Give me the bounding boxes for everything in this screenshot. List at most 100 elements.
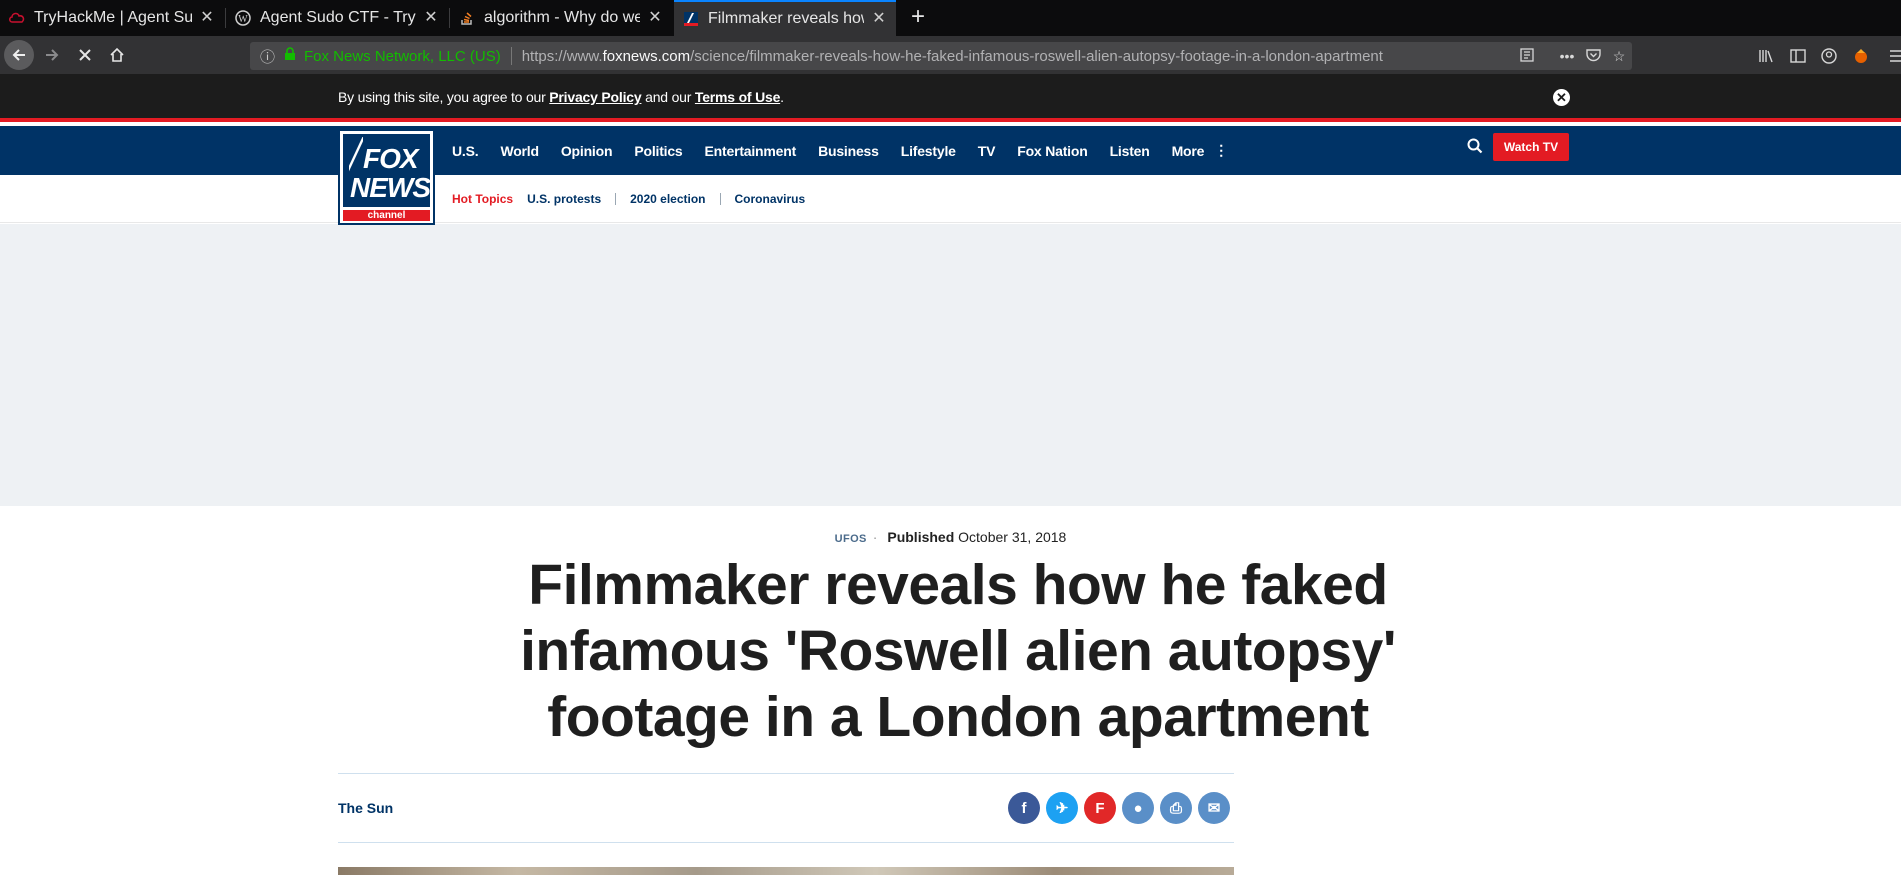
email-icon[interactable]: ✉ — [1198, 792, 1230, 824]
wordpress-icon: W — [234, 9, 252, 27]
url-text[interactable]: https://www.foxnews.com/science/filmmake… — [522, 48, 1514, 65]
lock-icon[interactable] — [284, 47, 300, 65]
close-tab-icon[interactable]: ✕ — [646, 9, 664, 27]
fox-news-logo[interactable]: FOX NEWS channel — [338, 129, 435, 225]
terms-of-use-link[interactable]: Terms of Use — [695, 89, 780, 105]
page-actions-icon[interactable]: ••• — [1554, 48, 1580, 64]
logo-searchlight — [349, 137, 363, 177]
vertical-dots-icon: ⋮ — [1214, 142, 1229, 158]
sub-navigation — [0, 175, 1901, 223]
nav-more-label: More — [1171, 142, 1205, 159]
tab-tryhackme[interactable]: TryHackMe | Agent Sudo ✕ — [0, 0, 224, 36]
bookmark-star-icon[interactable]: ☆ — [1606, 48, 1632, 65]
tab-algorithm[interactable]: algorithm - Why do we u ✕ — [450, 0, 672, 36]
logo-mark: FOX NEWS — [343, 134, 431, 207]
nav-item-fox-nation[interactable]: Fox Nation — [1017, 143, 1088, 159]
tab-title: algorithm - Why do we u — [484, 9, 640, 26]
search-icon[interactable] — [1467, 138, 1487, 158]
forward-arrow-icon — [46, 49, 59, 61]
stop-icon — [79, 49, 91, 61]
subnav-item-2020-election[interactable]: 2020 election — [630, 192, 705, 206]
tab-title: Filmmaker reveals how h — [708, 10, 864, 27]
nav-items: U.S. World Opinion Politics Entertainmen… — [452, 126, 1250, 175]
nav-item-politics[interactable]: Politics — [634, 143, 682, 159]
logo-news-text: NEWS — [350, 172, 431, 203]
url-domain: foxnews.com — [602, 47, 691, 65]
hot-topics-label: Hot Topics — [452, 192, 514, 206]
consent-banner: By using this site, you agree to our Pri… — [0, 74, 1901, 122]
published-label: Published — [887, 529, 955, 545]
ad-placeholder — [0, 224, 1901, 506]
close-tab-icon[interactable]: ✕ — [870, 10, 888, 28]
info-icon[interactable]: ⓘ — [260, 46, 278, 67]
reader-view-icon[interactable] — [1514, 47, 1540, 65]
tab-agent-sudo-ctf[interactable]: W Agent Sudo CTF - Try Ha ✕ — [226, 0, 448, 36]
pocket-icon[interactable] — [1580, 48, 1606, 65]
web-page: By using this site, you agree to our Pri… — [0, 74, 1901, 875]
url-path: /science/filmmaker-reveals-how-he-faked-… — [690, 47, 1383, 65]
comment-icon[interactable]: ● — [1122, 792, 1154, 824]
subnav-divider — [719, 193, 721, 205]
back-arrow-icon — [12, 49, 25, 61]
menu-icon[interactable] — [1885, 44, 1901, 68]
flipboard-icon[interactable]: F — [1084, 792, 1116, 824]
tab-bar: TryHackMe | Agent Sudo ✕ W Agent Sudo CT… — [0, 0, 1901, 36]
close-tab-icon[interactable]: ✕ — [198, 9, 216, 27]
close-tab-icon[interactable]: ✕ — [422, 9, 440, 27]
nav-more-menu[interactable]: More ⋮ — [1171, 142, 1229, 159]
subnav-item-us-protests[interactable]: U.S. protests — [527, 192, 601, 206]
home-icon — [110, 47, 124, 62]
foxnews-icon — [682, 10, 700, 28]
close-consent-icon[interactable]: ✕ — [1553, 89, 1570, 106]
published-date: October 31, 2018 — [958, 529, 1067, 545]
hot-topics-bar: Hot Topics U.S. protests 2020 election C… — [452, 192, 805, 206]
privacy-policy-link[interactable]: Privacy Policy — [549, 89, 641, 105]
watch-tv-button[interactable]: Watch TV — [1493, 133, 1569, 161]
nav-item-business[interactable]: Business — [818, 143, 879, 159]
tab-foxnews-active[interactable]: Filmmaker reveals how h ✕ — [674, 0, 896, 36]
consent-suffix: . — [780, 89, 784, 105]
url-divider — [510, 47, 512, 65]
tab-title: TryHackMe | Agent Sudo — [34, 9, 192, 26]
meta-separator: · — [872, 529, 878, 545]
nav-item-lifestyle[interactable]: Lifestyle — [901, 143, 956, 159]
logo-fox-text: FOX — [363, 143, 419, 174]
consent-middle: and our — [641, 89, 695, 105]
byline-bar: The Sun f ✈ F ● ⎙ ✉ — [338, 773, 1234, 843]
new-tab-button[interactable]: + — [904, 4, 932, 32]
stop-loading-button[interactable] — [70, 40, 100, 70]
back-button[interactable] — [4, 40, 34, 70]
consent-prefix: By using this site, you agree to our — [338, 89, 550, 105]
certificate-org: Fox News Network, LLC (US) — [304, 47, 501, 65]
nav-item-world[interactable]: World — [500, 143, 539, 159]
nav-item-listen[interactable]: Listen — [1110, 143, 1150, 159]
nav-item-opinion[interactable]: Opinion — [561, 143, 613, 159]
extension-icon[interactable] — [1849, 44, 1873, 68]
thm-icon — [8, 9, 26, 27]
logo-channel-text: channel — [343, 210, 430, 221]
share-buttons: f ✈ F ● ⎙ ✉ — [1008, 792, 1236, 824]
address-bar[interactable]: ⓘ Fox News Network, LLC (US) https://www… — [250, 42, 1632, 70]
print-icon[interactable]: ⎙ — [1160, 792, 1192, 824]
forward-button[interactable] — [37, 40, 67, 70]
article-source[interactable]: The Sun — [338, 800, 393, 816]
article-meta: UFOS · Published October 31, 2018 — [0, 529, 1901, 545]
library-icon[interactable] — [1754, 44, 1778, 68]
tab-title: Agent Sudo CTF - Try Ha — [260, 9, 416, 26]
twitter-icon[interactable]: ✈ — [1046, 792, 1078, 824]
home-button[interactable] — [102, 40, 132, 70]
stackoverflow-icon — [458, 9, 476, 27]
subnav-item-coronavirus[interactable]: Coronavirus — [735, 192, 806, 206]
sidebar-icon[interactable] — [1786, 44, 1810, 68]
account-icon[interactable] — [1817, 44, 1841, 68]
subnav-divider — [615, 193, 617, 205]
article-headline: Filmmaker reveals how he faked infamous … — [520, 553, 1396, 749]
consent-text: By using this site, you agree to our Pri… — [338, 89, 784, 105]
nav-item-entertainment[interactable]: Entertainment — [705, 143, 797, 159]
article-image — [338, 867, 1234, 875]
nav-item-us[interactable]: U.S. — [452, 143, 479, 159]
facebook-icon[interactable]: f — [1008, 792, 1040, 824]
nav-item-tv[interactable]: TV — [978, 143, 996, 159]
article-category[interactable]: UFOS — [835, 533, 867, 545]
url-prefix: https://www. — [521, 47, 603, 65]
